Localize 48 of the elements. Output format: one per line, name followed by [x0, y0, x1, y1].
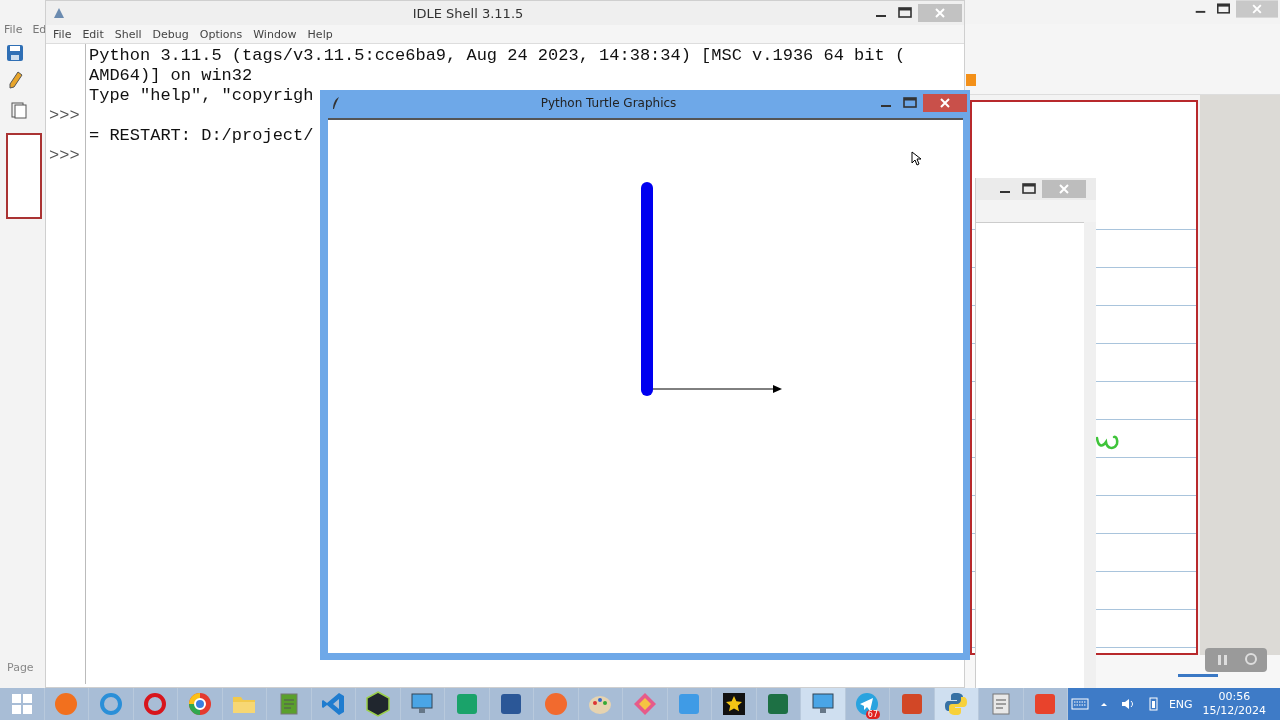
save-icon	[6, 44, 24, 62]
output-line: Type "help", "copyrigh	[89, 86, 314, 105]
slide-thumbnail[interactable]	[6, 133, 42, 219]
star-icon	[722, 693, 745, 715]
menu-item[interactable]: Help	[307, 27, 333, 41]
palette-icon	[589, 696, 612, 714]
pencil-icon	[9, 71, 23, 89]
output-line: Python 3.11.5 (tags/v3.11.5:cce6ba9, Aug 24 2023, 14:38:34) [MSC v.1936 64 bit (	[89, 46, 906, 65]
shell-prompt: >>>	[49, 146, 80, 165]
language-indicator[interactable]: ENG	[1168, 697, 1193, 711]
menu-item[interactable]: File	[4, 23, 23, 36]
page-label: Page	[7, 661, 34, 674]
menu-item[interactable]: Options	[199, 27, 243, 41]
menu-item[interactable]: Shell	[114, 27, 142, 41]
shell-prompt: >>>	[49, 106, 80, 125]
output-line: = RESTART: D:/project/	[89, 126, 314, 145]
progress-line	[1178, 674, 1218, 677]
feather-icon	[330, 95, 342, 110]
turtle-arrow-icon	[652, 385, 782, 393]
menu-item[interactable]: Debug	[152, 27, 189, 41]
scrollbar[interactable]	[1084, 222, 1096, 688]
menu-item[interactable]: Edit	[82, 27, 104, 41]
menu-item[interactable]: File	[53, 27, 72, 41]
recording-controls[interactable]	[1205, 648, 1267, 672]
diamond-icon	[633, 693, 656, 715]
battery-icon[interactable]	[1146, 696, 1159, 712]
window-title: Python Turtle Graphics	[539, 95, 678, 110]
app-icon	[52, 6, 66, 20]
monitor-icon	[812, 693, 834, 713]
window-title: IDLE Shell 3.11.5	[411, 5, 525, 21]
clock-date[interactable]: 15/12/2024	[1202, 704, 1266, 718]
keyboard-icon[interactable]	[1070, 696, 1089, 712]
pages-icon	[10, 101, 28, 119]
close-button[interactable]	[923, 93, 967, 112]
snake-logo-icon	[945, 693, 968, 715]
windows-logo-icon	[11, 694, 32, 714]
taskbar-button[interactable]: 67	[845, 688, 890, 720]
folder-icon	[233, 697, 256, 713]
menu-item[interactable]: Ed	[32, 23, 47, 36]
wheel-icon	[188, 693, 211, 715]
color-swatch[interactable]	[966, 74, 976, 86]
menu-item[interactable]: Window	[253, 27, 297, 41]
paper-plane-icon	[856, 693, 879, 715]
count-badge: 67	[865, 710, 880, 719]
clock-time[interactable]: 00:56	[1218, 690, 1251, 704]
mouse-cursor-icon	[911, 151, 921, 166]
output-line: AMD64)] on win32	[89, 66, 253, 85]
monitor-icon	[411, 693, 433, 713]
